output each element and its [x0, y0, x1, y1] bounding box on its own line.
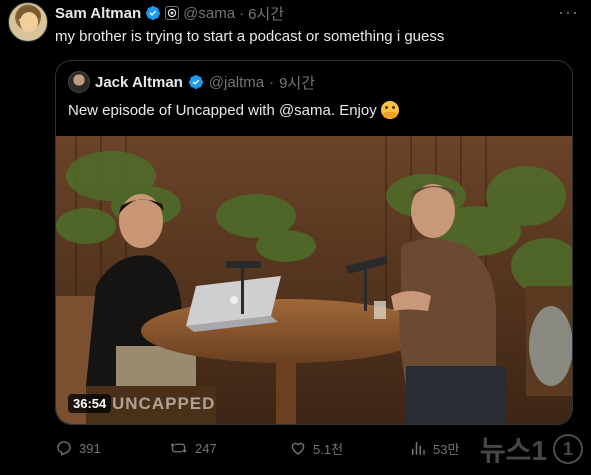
- views-button[interactable]: 53만: [409, 439, 459, 458]
- heart-icon: [291, 442, 305, 455]
- retweet-count: 247: [195, 440, 217, 456]
- watermark-text: 뉴스1: [479, 435, 547, 466]
- avatar-face: [20, 12, 38, 32]
- separator-dot: ·: [239, 4, 245, 22]
- like-button[interactable]: 5.1천: [289, 439, 343, 458]
- video-player[interactable]: UNCAPPED 36:54: [56, 136, 572, 424]
- affiliation-badge-icon[interactable]: [165, 6, 180, 20]
- reply-button[interactable]: 391: [55, 439, 101, 457]
- hugging-face-emoji-icon: [380, 101, 399, 119]
- openai-logo-icon: [167, 8, 177, 18]
- video-duration-badge: 36:54: [68, 394, 112, 413]
- reply-icon: [57, 441, 71, 456]
- tweet-header: Sam Altman @sama · 6시간: [55, 3, 284, 24]
- news-watermark: 뉴스1 1: [480, 429, 583, 469]
- verified-badge-icon: [146, 6, 161, 20]
- views-bar-chart-icon: [412, 442, 425, 455]
- author-name[interactable]: Sam Altman: [55, 5, 141, 22]
- reply-count: 391: [79, 440, 101, 456]
- video-brand-overlay: UNCAPPED: [112, 394, 216, 413]
- author-avatar[interactable]: [8, 2, 48, 42]
- quote-timestamp[interactable]: 9시간: [279, 72, 315, 93]
- quote-text: New episode of Uncapped with @sama. Enjo…: [68, 101, 377, 119]
- quote-author-avatar[interactable]: [68, 71, 90, 93]
- quote-header: Jack Altman @jaltma · 9시간: [68, 71, 315, 93]
- more-options-icon[interactable]: ···: [558, 2, 579, 23]
- retweet-button[interactable]: 247: [171, 439, 217, 457]
- quoted-tweet[interactable]: Jack Altman @jaltma · 9시간 New episode of…: [55, 60, 573, 425]
- tweet-timestamp[interactable]: 6시간: [248, 3, 284, 24]
- quote-author-handle[interactable]: @jaltma: [209, 74, 264, 91]
- quote-author-name[interactable]: Jack Altman: [95, 74, 183, 91]
- view-count: 53만: [433, 441, 460, 457]
- video-thumbnail: [56, 136, 572, 424]
- like-count: 5.1천: [313, 441, 344, 457]
- author-handle[interactable]: @sama: [183, 5, 235, 22]
- watermark-badge-icon: 1: [553, 434, 583, 464]
- tweet-text: my brother is trying to start a podcast …: [55, 28, 445, 45]
- quote-separator-dot: ·: [269, 73, 275, 91]
- quote-text-row: New episode of Uncapped with @sama. Enjo…: [68, 101, 399, 119]
- retweet-icon: [171, 443, 188, 453]
- quote-verified-badge-icon: [188, 75, 203, 89]
